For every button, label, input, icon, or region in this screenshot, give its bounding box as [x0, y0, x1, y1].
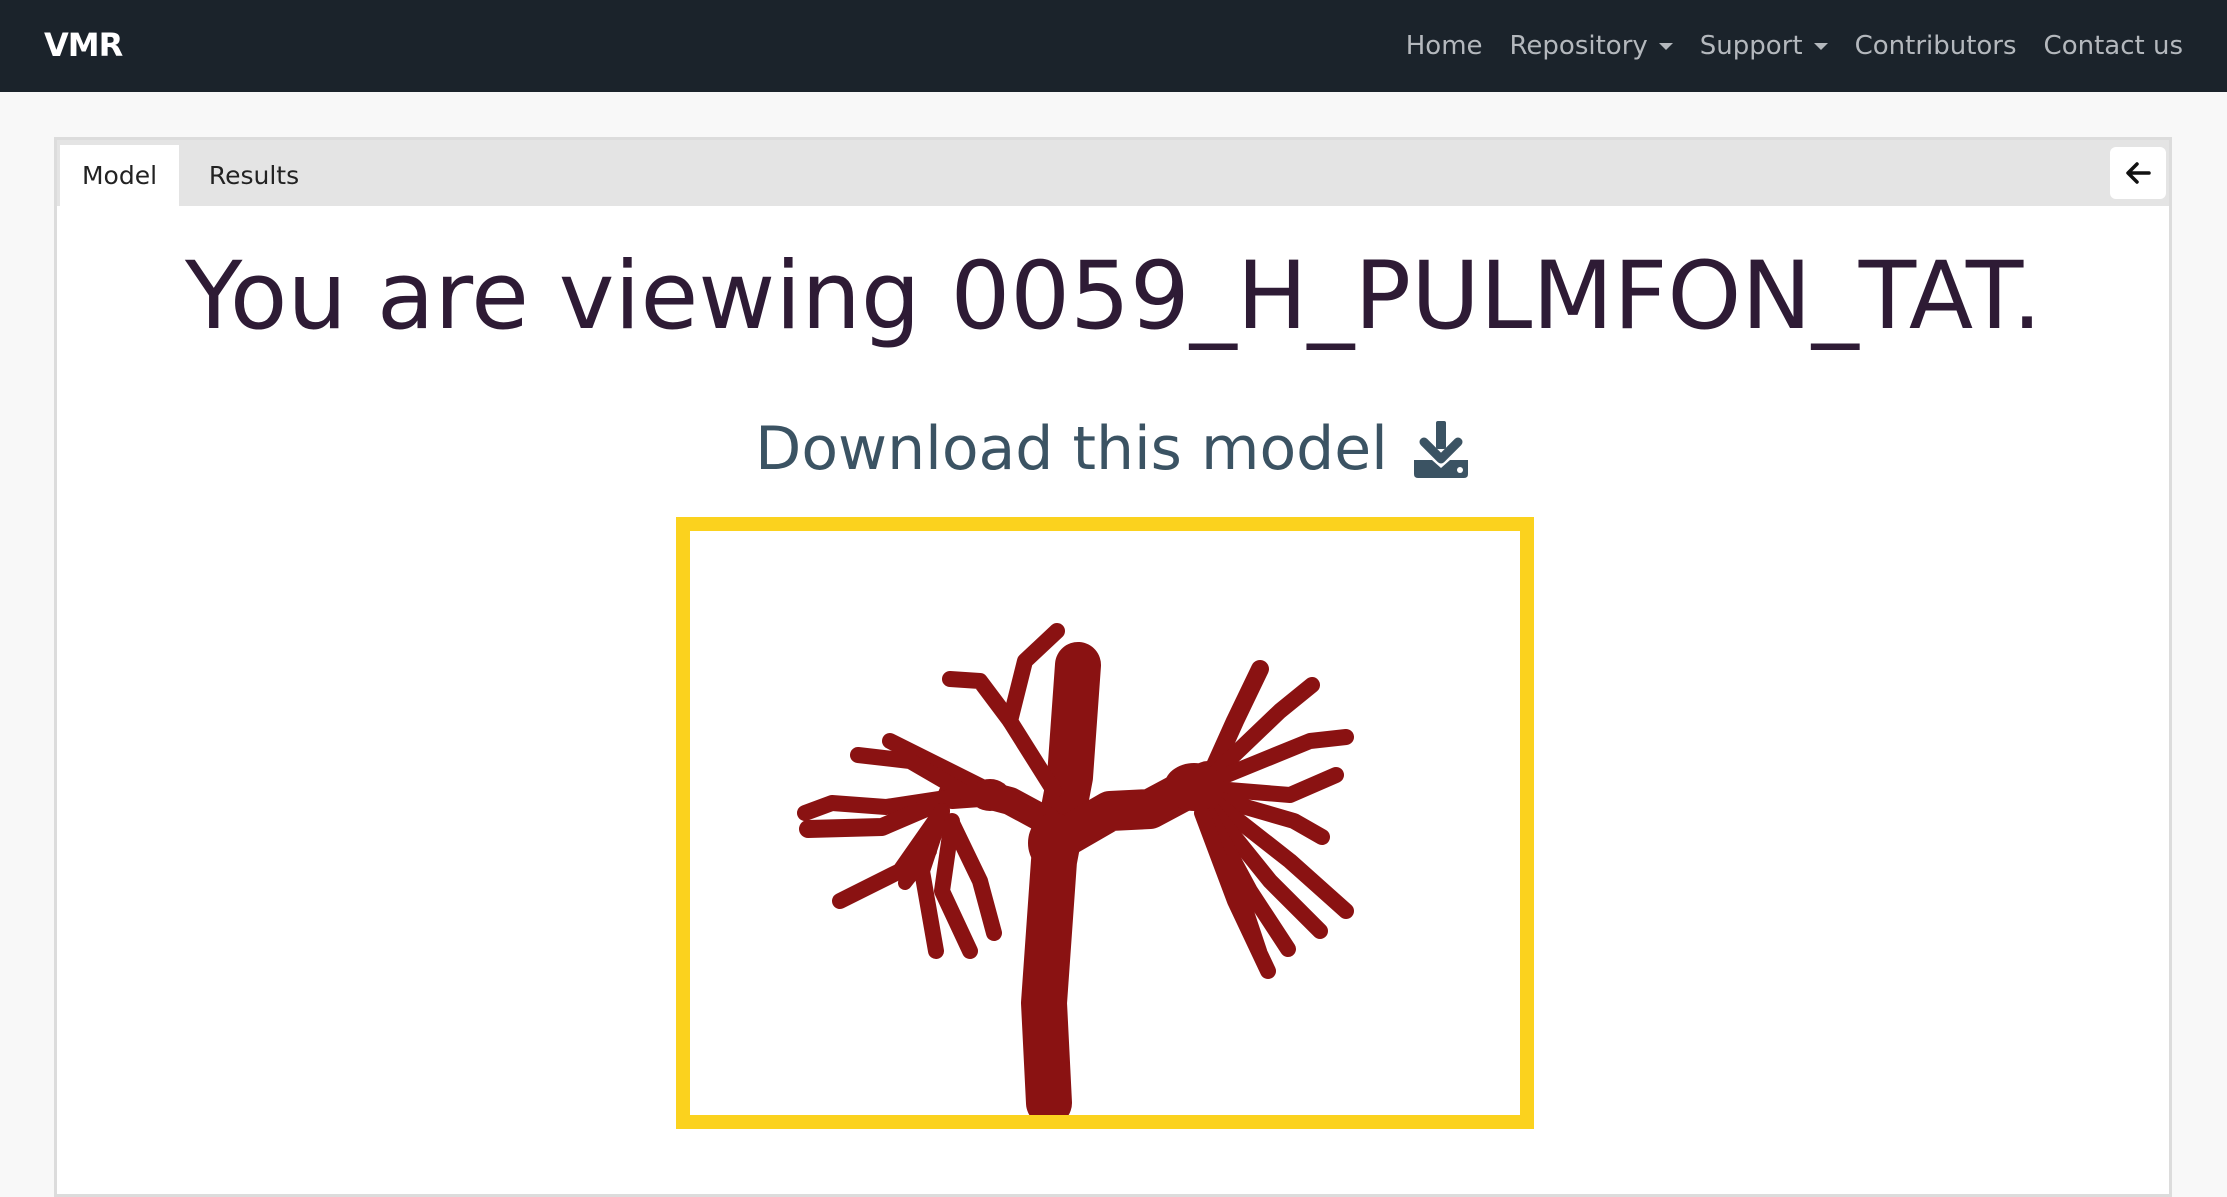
brand-logo[interactable]: VMR	[44, 26, 123, 64]
tab-results[interactable]: Results	[179, 145, 329, 206]
download-label: Download this model	[755, 414, 1388, 484]
tab-model[interactable]: Model	[60, 145, 179, 206]
caret-down-icon	[1813, 42, 1828, 50]
page-title: You are viewing 0059_H_PULMFON_TAT.	[184, 242, 2042, 351]
back-button[interactable]	[2110, 147, 2166, 199]
nav-dropdown-support-label: Support	[1699, 31, 1803, 61]
nav-dropdown-support[interactable]: Support	[1700, 31, 1828, 61]
download-icon	[1413, 421, 1468, 478]
top-navbar: VMR Home Repository Support Contributors…	[0, 0, 2227, 92]
nav-link-contact-us-label: Contact us	[2043, 31, 2183, 61]
nav-link-contributors-label: Contributors	[1854, 31, 2017, 61]
nav-dropdown-repository[interactable]: Repository	[1510, 31, 1673, 61]
arrow-left-icon	[2126, 162, 2151, 184]
nav-links: Home Repository Support Contributors Con…	[1406, 0, 2183, 92]
nav-link-home[interactable]: Home	[1406, 31, 1483, 61]
tab-bar: Model Results	[57, 140, 2169, 206]
nav-dropdown-repository-label: Repository	[1509, 31, 1648, 61]
download-model-link[interactable]: Download this model	[0, 418, 2227, 480]
nav-link-home-label: Home	[1405, 31, 1483, 61]
nav-link-contact-us[interactable]: Contact us	[2044, 31, 2183, 61]
caret-down-icon	[1658, 42, 1673, 50]
vessel-model-image[interactable]	[690, 531, 1520, 1115]
nav-link-contributors[interactable]: Contributors	[1855, 31, 2017, 61]
tab-results-label: Results	[208, 161, 300, 190]
tab-model-label: Model	[81, 161, 158, 190]
model-preview-frame	[676, 517, 1534, 1129]
